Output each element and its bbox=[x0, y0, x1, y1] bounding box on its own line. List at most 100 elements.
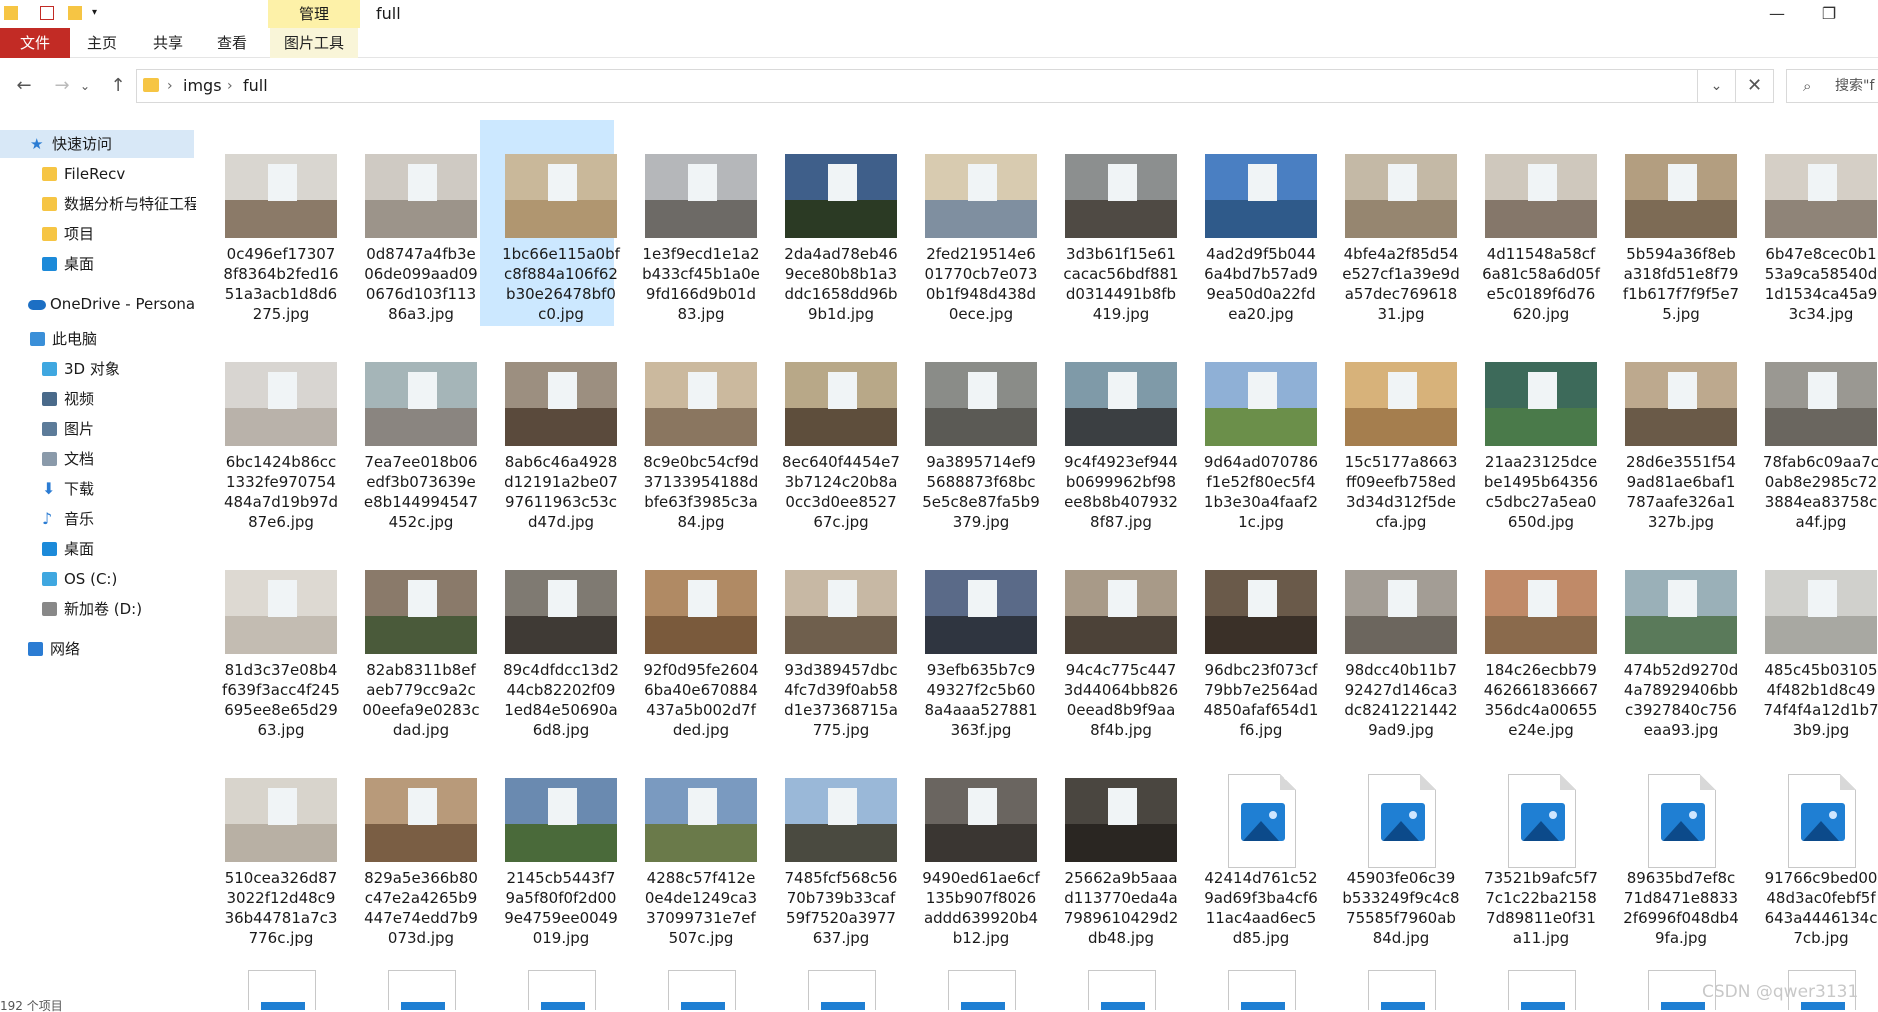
recent-locations-button[interactable]: ⌄ bbox=[78, 74, 92, 98]
new-folder-icon[interactable] bbox=[68, 6, 82, 20]
file-item[interactable]: 28d6e3551f549ad81ae6baf1787aafe326a1327b… bbox=[1600, 328, 1737, 534]
file-item[interactable]: 42414d761c529ad69f3ba4cf611ac4aad6ec5d85… bbox=[1180, 744, 1318, 950]
file-item[interactable]: 0c496ef173078f8364b2fed1651a3acb1d8d6275… bbox=[200, 120, 339, 326]
properties-icon[interactable] bbox=[40, 6, 54, 20]
file-item[interactable]: 7ea7ee018b06edf3b073639ee8b144994547452c… bbox=[340, 328, 478, 534]
file-item[interactable]: 2fed219514e601770cb7e0730b1f948d438d0ece… bbox=[900, 120, 1037, 326]
sidebar-item[interactable]: ⬇ 下载 bbox=[0, 475, 196, 503]
file-item[interactable]: 25662a9b5aaad113770eda4a7989610429d2db48… bbox=[1040, 744, 1178, 950]
file-item[interactable]: 94c4c775c4473d44064bb8260eead8b9f9aa8f4b… bbox=[1040, 536, 1178, 742]
file-item[interactable]: 78fab6c09aa7c0ab8e2985c723884ea83758ca4f… bbox=[1740, 328, 1878, 534]
desktop-icon bbox=[42, 542, 57, 556]
file-item[interactable]: 9c4f4923ef944b0699962bf98ee8b8b4079328f8… bbox=[1040, 328, 1178, 534]
sidebar-item[interactable]: 数据分析与特征工程 bbox=[0, 190, 196, 218]
customize-toolbar-icon[interactable]: ▾ bbox=[92, 6, 106, 20]
file-name: 78fab6c09aa7c0ab8e2985c723884ea83758ca4f… bbox=[1762, 453, 1878, 531]
image-thumbnail bbox=[1625, 570, 1737, 654]
file-item[interactable]: 9490ed61ae6cf135b907f8026addd639920b4b12… bbox=[900, 744, 1040, 950]
sidebar-item[interactable]: 桌面 bbox=[0, 250, 196, 278]
file-item[interactable]: 2da4ad78eb469ece80b8b1a3ddc1658dd96b9b1d… bbox=[760, 120, 898, 326]
file-item[interactable]: 9d64ad070786f1e52f80ec5f41b3e30a4faaf21c… bbox=[1180, 328, 1318, 534]
minimize-button[interactable]: — bbox=[1762, 2, 1792, 26]
back-button[interactable]: ← bbox=[12, 74, 36, 98]
file-item[interactable]: 4d11548a58cf6a81c58a6d05fe5c0189f6d76620… bbox=[1460, 120, 1600, 326]
sidebar-item[interactable]: ★ 快速访问 bbox=[0, 130, 194, 158]
sidebar-item[interactable]: 新加卷 (D:) bbox=[0, 595, 196, 623]
sidebar-item-label: FileRecv bbox=[64, 165, 126, 183]
forward-button[interactable]: → bbox=[50, 74, 74, 98]
maximize-button[interactable]: ❐ bbox=[1814, 2, 1844, 26]
image-file-icon bbox=[541, 1002, 585, 1010]
file-item[interactable]: 3d3b61f15e61cacac56bdf881d0314491b8fb419… bbox=[1040, 120, 1179, 326]
sidebar-item[interactable]: 图片 bbox=[0, 415, 196, 443]
sidebar-item[interactable]: 网络 bbox=[0, 635, 196, 663]
image-thumbnail bbox=[785, 362, 897, 446]
breadcrumb-full[interactable]: full bbox=[243, 70, 268, 102]
sidebar-item[interactable]: 3D 对象 bbox=[0, 355, 196, 383]
tab-share[interactable]: 共享 bbox=[144, 28, 192, 58]
title-bar: ▾ 管理 full — ❐ bbox=[0, 0, 1878, 28]
file-item[interactable]: 81d3c37e08b4f639f3acc4f245695ee8e65d2963… bbox=[200, 536, 340, 742]
file-item[interactable]: 96dbc23f073cf79bb7e2564ad4850afaf654d1f6… bbox=[1180, 536, 1318, 742]
file-name: 4bfe4a2f85d54e527cf1a39e9da57dec76961831… bbox=[1342, 245, 1460, 323]
file-item[interactable]: 5b594a36f8eba318fd51e8f79f1b617f7f9f5e75… bbox=[1600, 120, 1739, 326]
search-input[interactable] bbox=[1835, 70, 1878, 102]
breadcrumb-imgs[interactable]: imgs bbox=[183, 70, 222, 102]
file-item[interactable]: 8c9e0bc54cf9d37133954188dbfe63f3985c3a84… bbox=[620, 328, 759, 534]
file-item[interactable]: 73521b9afc5f77c1c22ba21587d89811e0f31a11… bbox=[1460, 744, 1598, 950]
file-item[interactable]: 15c5177a8663ff09eefb758ed3d34d312f5decfa… bbox=[1320, 328, 1457, 534]
file-item[interactable]: 92f0d95fe26046ba40e670884437a5b002d7fded… bbox=[620, 536, 759, 742]
sidebar-item[interactable]: OS (C:) bbox=[0, 565, 196, 593]
file-item[interactable]: 0d8747a4fb3e06de099aad090676d103f11386a3… bbox=[340, 120, 478, 326]
file-item[interactable]: 4288c57f412e0e4de1249ca337099731e7ef507c… bbox=[620, 744, 757, 950]
tab-picture-tools[interactable]: 图片工具 bbox=[270, 28, 358, 58]
sidebar-item[interactable]: 文档 bbox=[0, 445, 196, 473]
file-item[interactable]: 474b52d9270d4a78929406bbc3927840c756eaa9… bbox=[1600, 536, 1738, 742]
sidebar-item[interactable]: OneDrive - Persona bbox=[0, 290, 196, 318]
file-item[interactable]: 829a5e366b80c47e2a4265b9447e74edd7b9073d… bbox=[340, 744, 478, 950]
file-item[interactable]: 485c45b031054f482b1d8c4974f4f4a12d1b73b9… bbox=[1740, 536, 1878, 742]
file-item[interactable]: 4bfe4a2f85d54e527cf1a39e9da57dec76961831… bbox=[1320, 120, 1460, 326]
file-item[interactable]: 6b47e8cec0b153a9ca58540d1d1534ca45a93c34… bbox=[1740, 120, 1877, 326]
file-item[interactable]: 82ab8311b8efaeb779cc9a2c00eefa9e0283cdad… bbox=[340, 536, 480, 742]
file-item[interactable]: 510cea326d873022f12d48c936b44781a7c3776c… bbox=[200, 744, 337, 950]
address-bar[interactable]: › imgs › full ⌄ bbox=[136, 69, 1736, 103]
file-name: 184c26ecbb79462661836667356dc4a00655e24e… bbox=[1483, 661, 1599, 739]
file-item[interactable]: 91766c9bed0048d3ac0febf5f643a4446134c7cb… bbox=[1740, 744, 1877, 950]
sidebar-item[interactable]: FileRecv bbox=[0, 160, 196, 188]
sidebar-item[interactable]: 视频 bbox=[0, 385, 196, 413]
search-box[interactable]: ⌕ bbox=[1786, 69, 1878, 103]
tab-view[interactable]: 查看 bbox=[208, 28, 256, 58]
sidebar-item[interactable]: 项目 bbox=[0, 220, 196, 248]
up-button[interactable]: ↑ bbox=[106, 74, 130, 98]
file-item[interactable]: 45903fe06c39b533249f9c4c875585f7960ab84d… bbox=[1320, 744, 1460, 950]
image-file-icon bbox=[1521, 1002, 1565, 1010]
tab-home[interactable]: 主页 bbox=[78, 28, 126, 58]
file-item[interactable]: 89c4dfdcc13d244cb82202f091ed84e50690a6d8… bbox=[480, 536, 619, 742]
ribbon-tab-bar: 文件 主页 共享 查看 图片工具 bbox=[0, 28, 1878, 58]
file-item[interactable]: 184c26ecbb79462661836667356dc4a00655e24e… bbox=[1460, 536, 1598, 742]
ribbon-context-tab[interactable]: 管理 bbox=[268, 0, 360, 28]
sidebar-item[interactable]: 此电脑 bbox=[0, 325, 196, 353]
sidebar-item[interactable]: ♪ 音乐 bbox=[0, 505, 196, 533]
file-item[interactable]: 1bc66e115a0bfc8f884a106f62b30e26478bf0c0… bbox=[480, 120, 620, 326]
file-item[interactable]: 2145cb5443f79a5f80f0f2d009e4759ee0049019… bbox=[480, 744, 618, 950]
file-item[interactable]: 89635bd7ef8c71d8471e88332f6996f048db49fa… bbox=[1600, 744, 1739, 950]
file-item[interactable]: 8ab6c46a4928d12191a2be0797611963c53cd47d… bbox=[480, 328, 618, 534]
file-item[interactable]: 93efb635b7c949327f2c5b608a4aaa527881363f… bbox=[900, 536, 1038, 742]
file-item[interactable]: 1e3f9ecd1e1a2b433cf45b1a0e9fd166d9b01d83… bbox=[620, 120, 760, 326]
sidebar-item-label: 音乐 bbox=[64, 510, 95, 528]
file-item[interactable]: 9a3895714ef95688873f68bc5e5c8e87fa5b9379… bbox=[900, 328, 1040, 534]
clear-address-button[interactable]: ✕ bbox=[1736, 69, 1774, 103]
file-item[interactable]: 7485fcf568c5670b739b33caf59f7520a3977637… bbox=[760, 744, 897, 950]
file-item[interactable]: 93d389457dbc4fc7d39f0ab58d1e37368715a775… bbox=[760, 536, 898, 742]
file-item[interactable]: 8ec640f4454e73b7124c20b8a0cc3d0ee852767c… bbox=[760, 328, 900, 534]
file-item[interactable]: 21aa23125dcebe1495b64356c5dbc27a5ea0650d… bbox=[1460, 328, 1598, 534]
address-dropdown-button[interactable]: ⌄ bbox=[1697, 70, 1735, 102]
watermark: CSDN @qwer3131 bbox=[1702, 982, 1859, 1002]
file-item[interactable]: 98dcc40b11b792427d146ca3dc82412214429ad9… bbox=[1320, 536, 1458, 742]
file-item[interactable]: 4ad2d9f5b0446a4bd7b57ad99ea50d0a22fdea20… bbox=[1180, 120, 1318, 326]
tab-file[interactable]: 文件 bbox=[0, 28, 70, 58]
sidebar-item[interactable]: 桌面 bbox=[0, 535, 196, 563]
file-item[interactable]: 6bc1424b86cc1332fe970754484a7d19b97d87e6… bbox=[200, 328, 338, 534]
